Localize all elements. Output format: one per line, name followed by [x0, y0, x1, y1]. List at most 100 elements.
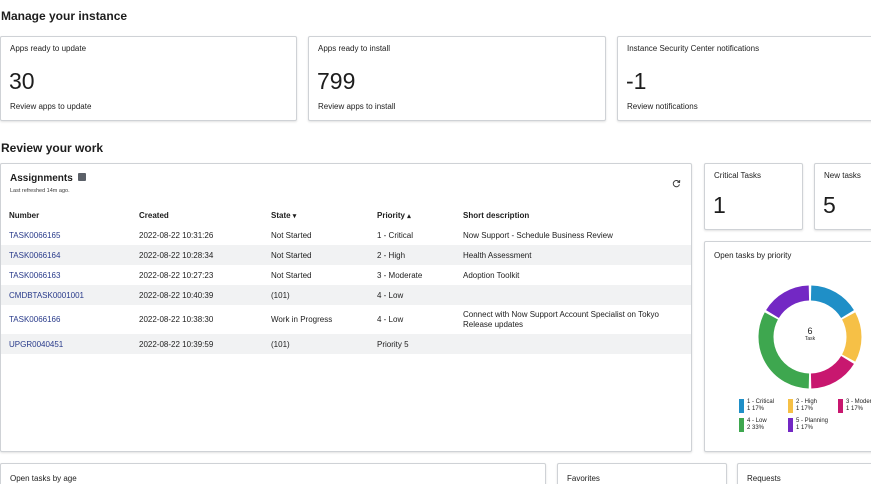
legend-label: 5 - Planning 1 17% — [796, 418, 828, 432]
state-cell: Not Started — [271, 270, 312, 280]
legend-swatch — [739, 418, 744, 432]
critical-tasks-card[interactable]: Critical Tasks 1 — [704, 163, 803, 230]
legend-swatch — [788, 399, 793, 413]
description-cell: Health Assessment — [455, 245, 691, 265]
legend-label-text: 4 - Low — [747, 418, 767, 424]
table-row[interactable]: TASK0066165 2022-08-22 10:31:26 Not Star… — [1, 225, 691, 245]
created-cell: 2022-08-22 10:40:39 — [131, 285, 263, 305]
state-cell: Not Started — [271, 230, 312, 240]
priority-cell: 1 - Critical — [377, 230, 414, 240]
legend-count-text: 1 17% — [747, 406, 765, 412]
card-title: Critical Tasks — [714, 171, 761, 180]
review-apps-install-link[interactable]: Review apps to install — [318, 102, 395, 111]
donut-slice-2[interactable] — [841, 312, 862, 362]
card-value: 799 — [317, 68, 356, 94]
donut-slice-5[interactable] — [766, 285, 810, 319]
col-priority-label: Priority — [377, 210, 406, 220]
task-number-link[interactable]: TASK0066163 — [1, 265, 131, 285]
created-cell: 2022-08-22 10:27:23 — [139, 270, 214, 280]
table-header-row: Number Created State ▾ Priority ▴ Short … — [1, 205, 691, 225]
donut-slice-3[interactable] — [810, 355, 854, 389]
task-number-link[interactable]: CMDBTASK0001001 — [1, 285, 131, 305]
new-tasks-card[interactable]: New tasks 5 — [814, 163, 871, 230]
card-title: New tasks — [824, 171, 861, 180]
legend-count-text: 1 17% — [796, 406, 814, 412]
open-tasks-age-card: Open tasks by age — [0, 463, 546, 484]
created-cell: 2022-08-22 10:31:26 — [139, 230, 214, 240]
created-cell: 2022-08-22 10:38:30 — [139, 315, 214, 324]
task-number-link[interactable]: UPGR0040451 — [1, 334, 131, 354]
task-number-link[interactable]: TASK0066164 — [1, 245, 131, 265]
review-section-title: Review your work — [1, 141, 104, 155]
sort-asc-icon: ▴ — [407, 212, 411, 220]
card-value: 5 — [823, 192, 836, 218]
created-cell: 2022-08-22 10:28:34 — [131, 245, 263, 265]
donut-center-label: Task — [804, 336, 816, 342]
legend-swatch — [739, 399, 744, 413]
legend-count-text: 1 17% — [846, 406, 864, 412]
donut-center-value: 6 — [807, 326, 813, 336]
created-cell: 2022-08-22 10:39:59 — [131, 334, 263, 354]
donut-slice-1[interactable] — [810, 285, 854, 319]
assignments-table: Number Created State ▾ Priority ▴ Short … — [1, 205, 691, 354]
priority-chart-card: Open tasks by priority 6 Task 1 - Critic… — [704, 241, 871, 452]
review-notifications-link[interactable]: Review notifications — [627, 102, 698, 111]
priority-cell: 4 - Low — [369, 285, 455, 305]
card-title: Instance Security Center notifications — [627, 44, 760, 53]
requests-card: Requests — [737, 463, 871, 484]
table-row[interactable]: CMDBTASK0001001 2022-08-22 10:40:39 (101… — [1, 285, 691, 305]
state-cell: Work in Progress — [271, 315, 333, 324]
state-cell: (101) — [263, 334, 369, 354]
description-cell — [455, 334, 691, 354]
security-center-card[interactable]: Instance Security Center notifications -… — [617, 36, 871, 121]
legend-swatch — [838, 399, 843, 413]
priority-cell: 4 - Low — [377, 315, 404, 324]
description-cell — [455, 285, 691, 305]
legend-label-text: 2 - High — [796, 399, 818, 405]
legend-label: 2 - High 1 17% — [796, 399, 817, 413]
chart-title: Open tasks by priority — [714, 251, 792, 260]
legend-label: 4 - Low 2 33% — [747, 418, 767, 432]
refresh-icon[interactable] — [672, 175, 681, 188]
col-priority[interactable]: Priority ▴ — [369, 205, 455, 225]
priority-cell: Priority 5 — [369, 334, 455, 354]
table-row[interactable]: UPGR0040451 2022-08-22 10:39:59 (101) Pr… — [1, 334, 691, 354]
col-number[interactable]: Number — [1, 205, 131, 225]
priority-cell: 2 - High — [369, 245, 455, 265]
description-cell: Connect with Now Support Account Special… — [463, 309, 659, 329]
table-row[interactable]: TASK0066163 2022-08-22 10:27:23 Not Star… — [1, 265, 691, 285]
legend-count-text: 2 33% — [747, 425, 765, 431]
card-title: Requests — [747, 474, 781, 483]
col-created[interactable]: Created — [131, 205, 263, 225]
card-title: Open tasks by age — [10, 474, 77, 483]
legend-label-text: 5 - Planning — [796, 418, 829, 424]
assignments-title: Assignments — [10, 173, 86, 184]
sort-desc-icon: ▾ — [292, 212, 297, 220]
card-value: 30 — [9, 68, 35, 94]
col-state[interactable]: State ▾ — [263, 205, 369, 225]
manage-section-title: Manage your instance — [1, 9, 128, 23]
card-title: Favorites — [567, 474, 600, 483]
last-refreshed-text: Last refreshed 14m ago. — [10, 188, 70, 194]
legend-label-text: 3 - Moder — [846, 399, 871, 405]
review-apps-update-link[interactable]: Review apps to update — [10, 102, 91, 111]
apps-install-card[interactable]: Apps ready to install 799 Review apps to… — [308, 36, 606, 121]
state-cell: (101) — [263, 285, 369, 305]
legend-label: 1 - Critical 1 17% — [747, 399, 774, 413]
card-value: -1 — [626, 68, 647, 94]
table-row[interactable]: TASK0066166 2022-08-22 10:38:30 Work in … — [1, 305, 691, 334]
col-state-label: State — [271, 210, 291, 220]
table-row[interactable]: TASK0066164 2022-08-22 10:28:34 Not Star… — [1, 245, 691, 265]
task-number-link[interactable]: TASK0066166 — [1, 305, 131, 334]
apps-update-card[interactable]: Apps ready to update 30 Review apps to u… — [0, 36, 297, 121]
card-title: Apps ready to install — [318, 44, 391, 53]
col-short-description[interactable]: Short description — [455, 205, 691, 225]
info-badge-icon[interactable] — [77, 173, 86, 182]
assignments-title-text: Assignments — [10, 173, 73, 184]
description-cell: Adoption Toolkit — [463, 270, 520, 280]
favorites-card: Favorites — [557, 463, 727, 484]
priority-cell: 3 - Moderate — [377, 270, 423, 280]
legend-swatch — [788, 418, 793, 432]
legend-label: 3 - Moder 1 17% — [846, 399, 871, 413]
task-number-link[interactable]: TASK0066165 — [1, 225, 131, 245]
